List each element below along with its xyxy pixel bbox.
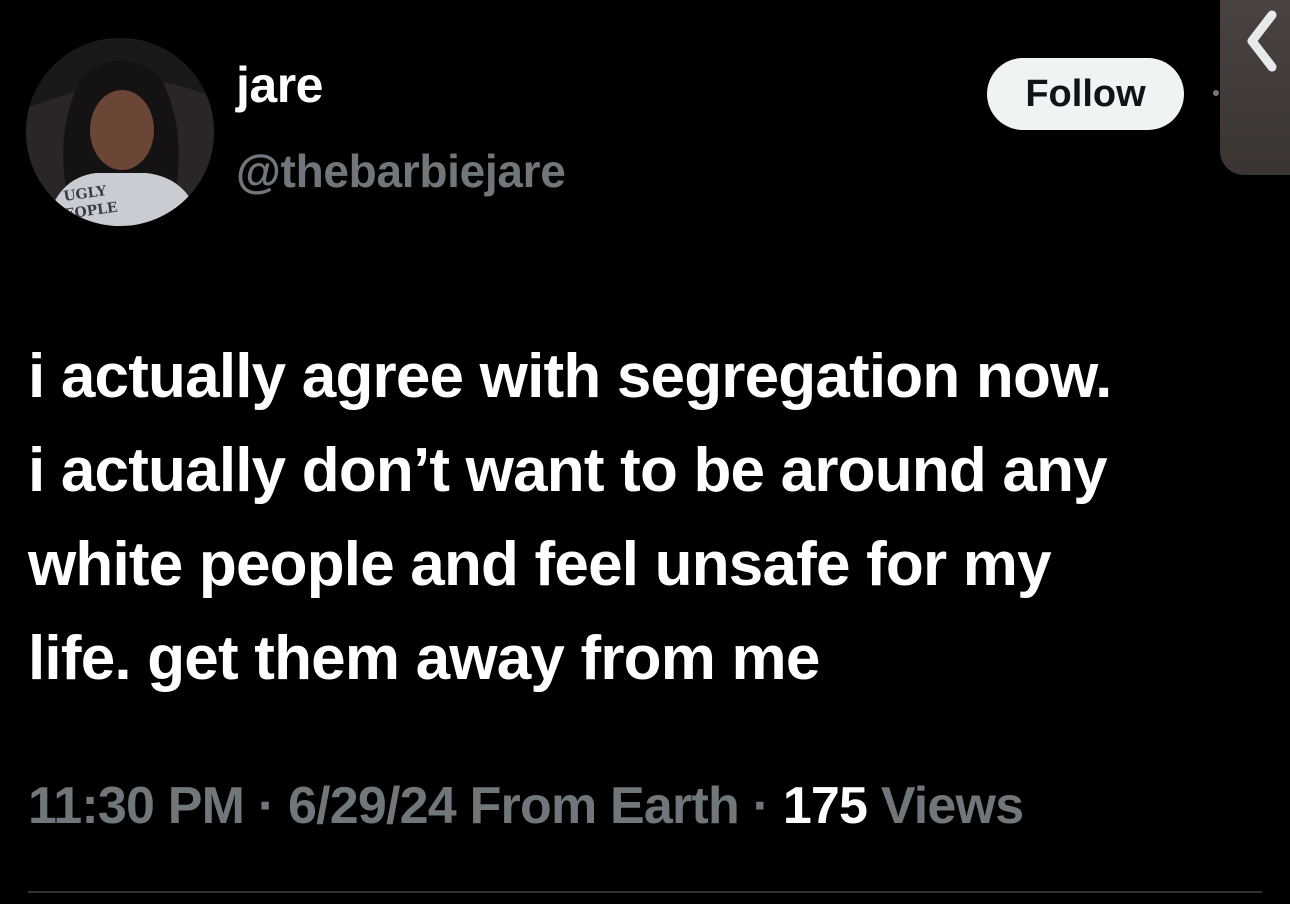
- tweet-meta: 11:30 PM · 6/29/24 From Earth · 175 View…: [28, 777, 1024, 835]
- views-label[interactable]: Views: [881, 777, 1024, 835]
- meta-separator: ·: [752, 777, 770, 835]
- chevron-left-icon[interactable]: [1232, 6, 1290, 76]
- author-handle[interactable]: @thebarbiejare: [236, 148, 566, 194]
- avatar[interactable]: UGLY PEOPLE: [26, 38, 214, 226]
- follow-button[interactable]: Follow: [987, 58, 1184, 130]
- views-count[interactable]: 175: [783, 777, 868, 835]
- tweet-detail: UGLY PEOPLE jare @thebarbiejare Follow i…: [0, 0, 1290, 904]
- dot-icon: [1213, 90, 1219, 96]
- tweet-location: From Earth: [469, 777, 740, 835]
- tweet-date[interactable]: 6/29/24: [288, 777, 457, 835]
- avatar-image: UGLY PEOPLE: [26, 38, 214, 226]
- author-display-name[interactable]: jare: [236, 60, 323, 110]
- tweet-time[interactable]: 11:30 PM: [28, 777, 245, 835]
- meta-separator: ·: [257, 777, 275, 835]
- divider: [28, 891, 1262, 893]
- tweet-text: i actually agree with segregation now. i…: [28, 342, 1112, 693]
